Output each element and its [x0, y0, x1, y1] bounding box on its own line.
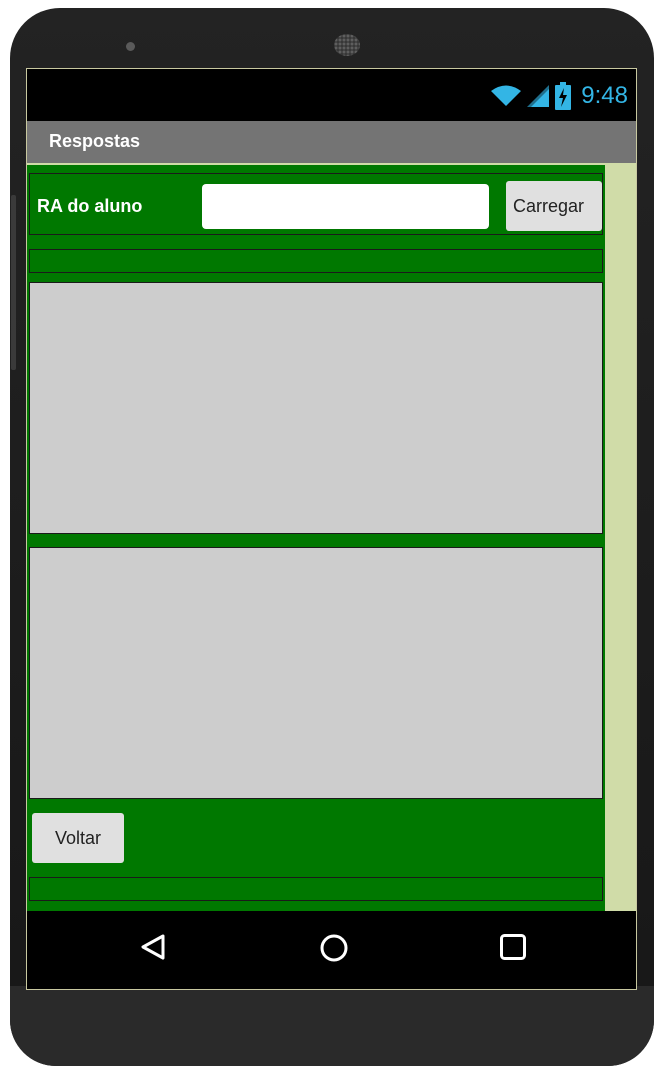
battery-charging-icon: [555, 82, 572, 110]
home-circle-icon[interactable]: [319, 933, 349, 963]
title-bar: Respostas: [27, 121, 636, 163]
earpiece-speaker: [334, 34, 360, 56]
ra-input[interactable]: [202, 184, 489, 229]
back-triangle-icon[interactable]: [140, 933, 166, 961]
answers-panel-2: [29, 547, 603, 799]
back-button[interactable]: Voltar: [32, 813, 124, 863]
main-container: RA do aluno Carregar Voltar: [27, 165, 605, 911]
status-clock: 9:48: [581, 82, 628, 109]
screen-content: RA do aluno Carregar Voltar: [27, 163, 636, 911]
answers-panel-1: [29, 282, 603, 534]
phone-screen: 9:48 Respostas RA do aluno Carregar Volt…: [26, 68, 637, 990]
recents-square-icon[interactable]: [499, 933, 527, 961]
front-camera: [126, 42, 135, 51]
bottom-strip: [29, 877, 603, 901]
ra-row: RA do aluno Carregar: [29, 173, 603, 235]
ra-label: RA do aluno: [37, 196, 143, 216]
top-strip: [29, 249, 603, 273]
phone-chin: [10, 986, 654, 1066]
side-volume-button: [11, 195, 16, 370]
navigation-bar: [27, 911, 636, 989]
load-button[interactable]: Carregar: [506, 181, 602, 231]
cell-signal-icon: [527, 85, 550, 107]
wifi-icon: [491, 85, 522, 106]
status-icons: 9:48: [491, 81, 628, 111]
status-bar: 9:48: [27, 69, 636, 121]
screen-title: Respostas: [49, 131, 141, 151]
